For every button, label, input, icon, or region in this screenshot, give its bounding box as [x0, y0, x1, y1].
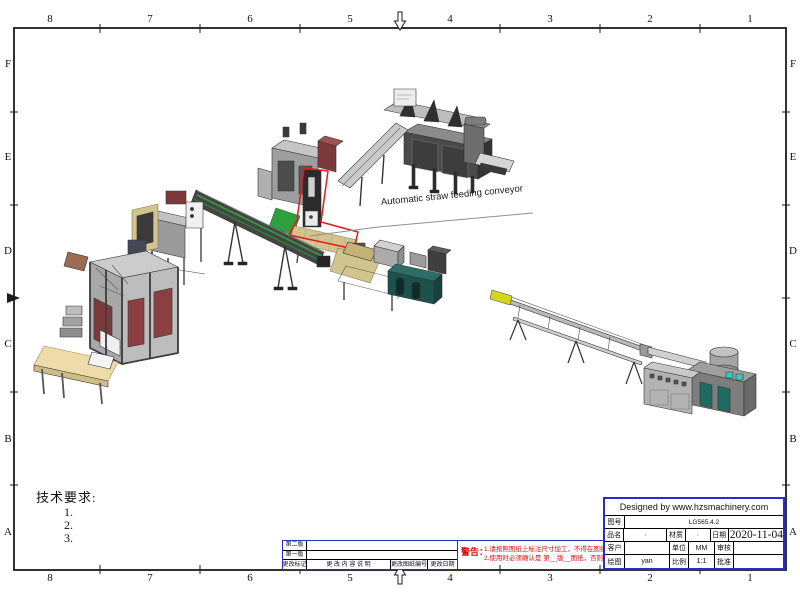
zone-col-bottom-5: 5: [344, 572, 356, 584]
zone-col-bottom-2: 2: [644, 572, 656, 584]
warning-note: 警告： 1.请按照图纸上标注尺寸加工，不得在图纸上量取尺寸； 2.使用时必须确认…: [458, 540, 603, 570]
date-label: 日期: [711, 529, 729, 541]
zone-row-left-B: B: [2, 433, 14, 445]
zone-row-left-C: C: [2, 338, 14, 350]
zone-row-right-B: B: [787, 433, 799, 445]
zone-row-right-D: D: [787, 245, 799, 257]
incline-conveyor-drawing: [338, 123, 408, 206]
zone-row-left-A: A: [2, 526, 14, 538]
zone-col-bottom-3: 3: [544, 572, 556, 584]
zone-row-left-D: D: [2, 245, 14, 257]
packing-machine-drawing: [384, 89, 514, 194]
cutting-machine-drawing: [330, 240, 451, 311]
requirement-item-3: 3.: [64, 532, 97, 545]
drawing-no-label: 图号: [605, 516, 625, 528]
revision-row1-content: [307, 551, 457, 560]
title-row-drawing-no: 图号 LG565.4.2: [605, 516, 783, 529]
zone-col-top-7: 7: [144, 13, 156, 25]
scale-label: 比例: [670, 555, 689, 568]
zone-col-bottom-8: 8: [44, 572, 56, 584]
scale-value: 1:1: [689, 555, 715, 568]
title-row-drawn: 绘图 yan 比例 1:1 批准: [605, 555, 783, 568]
forming-cabinet-drawing: [34, 251, 178, 404]
zone-row-left-F: F: [2, 58, 14, 70]
approve-value: [734, 555, 783, 568]
revision-date-header: 更改日期: [428, 560, 457, 569]
zone-col-top-6: 6: [244, 13, 256, 25]
drawn-label: 绘图: [605, 555, 625, 568]
revision-doc-header: 更改图纸编号: [391, 560, 428, 569]
zone-col-top-2: 2: [644, 13, 656, 25]
zone-col-bottom-4: 4: [444, 572, 456, 584]
material-value: ·: [686, 529, 711, 541]
revision-content-header: 更 改 内 容 说 明: [307, 560, 391, 569]
material-label: 材质: [667, 529, 685, 541]
zone-col-top-5: 5: [344, 13, 356, 25]
revision-row-2: 第二版: [283, 541, 457, 551]
revision-table: 第二版 第一版 更改标记 更 改 内 容 说 明 更改图纸编号 更改日期: [282, 540, 458, 570]
product-label: 品名: [605, 529, 624, 541]
revision-row1-label: 第一版: [283, 551, 307, 560]
zone-col-top-4: 4: [444, 13, 456, 25]
revision-row2-content: [307, 541, 457, 550]
annotation-leader-line: [310, 213, 533, 236]
customer-value: [625, 542, 670, 554]
review-value: [734, 542, 783, 554]
title-row-product: 品名 · 材质 · 日期 2020-11-04: [605, 529, 783, 542]
title-row-customer: 客户 单位 MM 审核: [605, 542, 783, 555]
revision-row-1: 第一版: [283, 551, 457, 561]
revision-mark-header: 更改标记: [283, 560, 307, 569]
revision-header-row: 更改标记 更 改 内 容 说 明 更改图纸编号 更改日期: [283, 560, 457, 569]
zone-col-top-8: 8: [44, 13, 56, 25]
cooling-track-drawing: [490, 290, 650, 384]
unit-label: 单位: [670, 542, 689, 554]
zone-col-bottom-1: 1: [744, 572, 756, 584]
zone-col-bottom-6: 6: [244, 572, 256, 584]
drawn-value: yan: [625, 555, 670, 568]
zone-row-right-F: F: [787, 58, 799, 70]
customer-label: 客户: [605, 542, 625, 554]
approve-label: 批准: [715, 555, 734, 568]
drawing-sheet: Automatic straw feeding conveyor 技术要求: 1…: [0, 0, 800, 600]
zone-row-right-A: A: [787, 526, 799, 538]
revision-row2-label: 第二版: [283, 541, 307, 550]
title-block: Designed by www.hzsmachinery.com 图号 LG56…: [603, 497, 785, 570]
unit-value: MM: [689, 542, 715, 554]
date-value: 2020-11-04: [729, 529, 783, 541]
drawing-no-value: LG565.4.2: [625, 516, 783, 528]
zone-row-left-E: E: [2, 151, 14, 163]
zone-row-right-E: E: [787, 151, 799, 163]
zone-col-top-1: 1: [744, 13, 756, 25]
extruder-machine-drawing: [640, 344, 756, 416]
zone-row-right-C: C: [787, 338, 799, 350]
product-value: ·: [624, 529, 667, 541]
zone-col-top-3: 3: [544, 13, 556, 25]
review-label: 审核: [715, 542, 734, 554]
zone-col-bottom-7: 7: [144, 572, 156, 584]
designed-by: Designed by www.hzsmachinery.com: [605, 499, 783, 516]
technical-requirements: 技术要求: 1. 2. 3.: [36, 487, 97, 545]
technical-requirements-title: 技术要求:: [36, 487, 97, 506]
